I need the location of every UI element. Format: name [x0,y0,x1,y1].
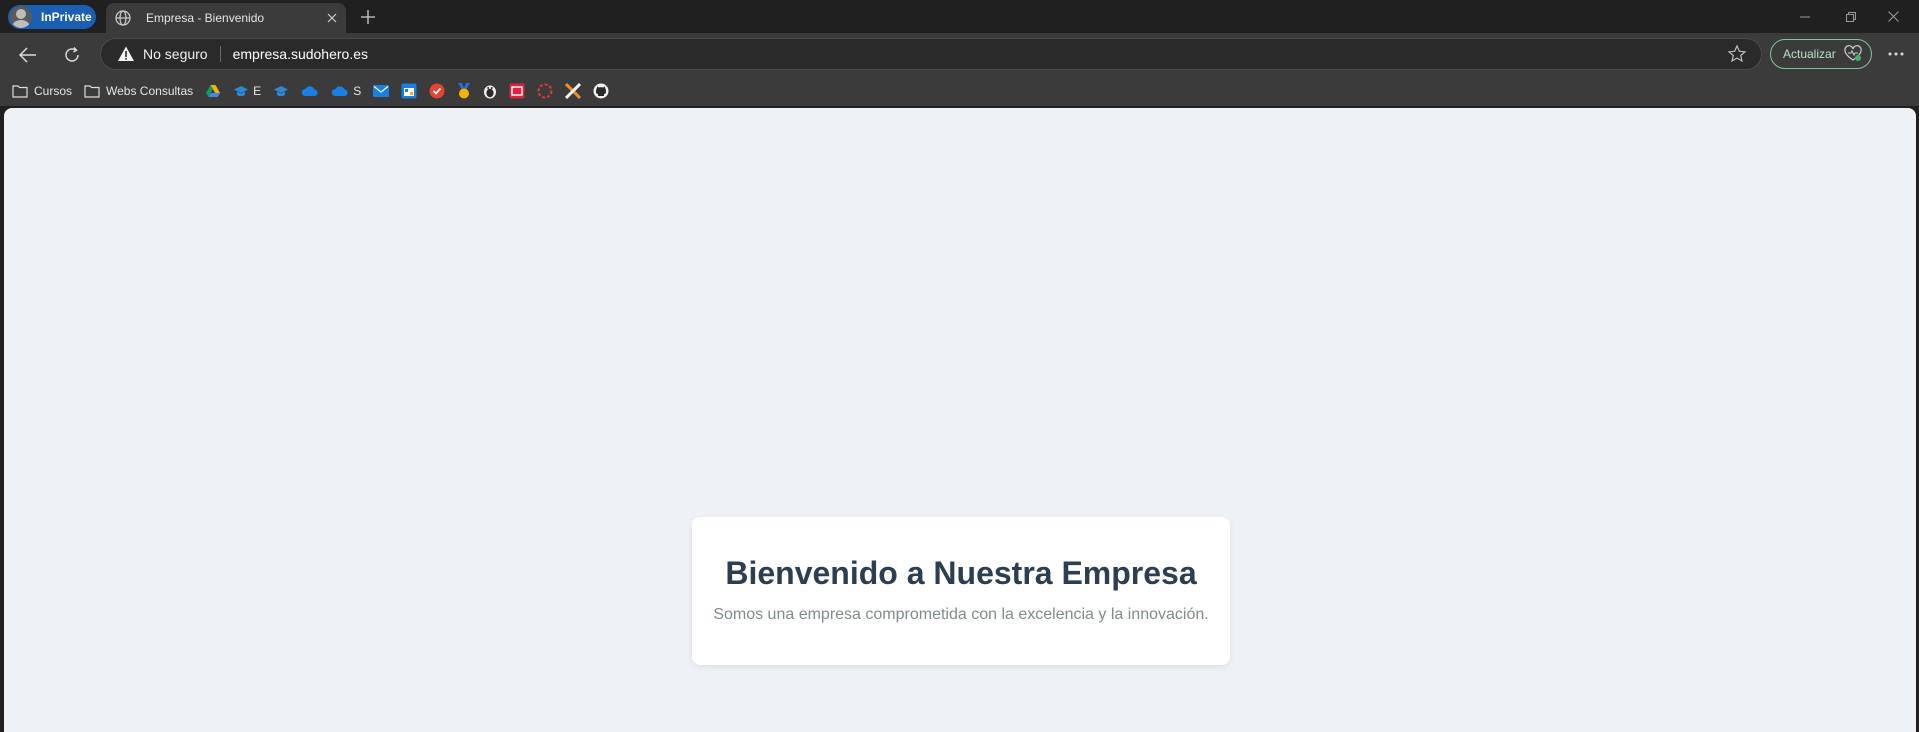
onedrive-cloud-icon [331,86,348,96]
tab-title: Empresa - Bienvenido [146,11,265,25]
bookmark-calendar[interactable] [395,79,423,103]
inprivate-label: InPrivate [41,10,92,24]
favorite-star-icon[interactable] [1727,44,1747,64]
todoist-check-icon [429,83,445,99]
restore-icon [1846,11,1856,22]
bookmark-onedrive-s[interactable]: S [325,79,367,103]
more-horizontal-icon [1888,52,1904,56]
bookmark-graduation[interactable] [267,79,295,103]
close-icon [327,13,337,23]
linux-penguin-icon [484,85,497,99]
address-separator [219,46,221,62]
window-close-button[interactable] [1870,0,1916,33]
x-logo-icon [565,83,582,99]
url-text[interactable]: empresa.sudohero.es [233,46,1727,62]
arrow-left-icon [19,47,36,63]
bookmark-red-app[interactable] [503,79,531,103]
page-heading: Bienvenido a Nuestra Empresa [725,555,1197,591]
bookmark-linux[interactable] [477,79,503,103]
bookmark-label: Cursos [34,84,73,98]
more-menu-button[interactable] [1880,39,1912,69]
toolbar: No seguro empresa.sudohero.es Actualizar [0,33,1919,76]
address-bar[interactable]: No seguro empresa.sudohero.es [100,38,1762,70]
new-tab-button[interactable] [354,5,382,29]
folder-icon [12,85,28,98]
update-button-label: Actualizar [1783,47,1836,61]
inprivate-profile-button[interactable]: InPrivate [8,5,96,29]
bookmark-folder-webs-consultas[interactable]: Webs Consultas [78,79,199,103]
tab-active[interactable]: Empresa - Bienvenido [106,3,346,33]
restore-button[interactable] [1828,0,1874,33]
welcome-card: Bienvenido a Nuestra Empresa Somos una e… [692,517,1230,665]
profile-avatar-icon [10,6,32,28]
bookmark-graduation-e[interactable]: E [227,79,267,103]
bookmark-onedrive[interactable] [295,79,325,103]
globe-icon [115,10,131,26]
minimize-button[interactable] [1782,0,1828,33]
bookmark-github[interactable] [587,79,615,103]
tab-close-button[interactable] [320,6,344,30]
bookmark-todoist[interactable] [423,79,451,103]
bookmark-folder-cursos[interactable]: Cursos [6,79,78,103]
folder-icon [84,85,100,98]
medal-icon [458,83,471,99]
google-drive-icon [206,85,221,97]
bookmark-medal[interactable] [451,79,477,103]
refresh-icon [65,46,79,62]
bookmarks-bar: Cursos Webs Consultas E S [0,76,1919,106]
bookmark-red-circle[interactable] [531,79,559,103]
bookmark-label: E [253,84,262,98]
update-button[interactable]: Actualizar [1770,39,1872,69]
mail-icon [373,85,390,97]
red-square-app-icon [509,83,525,99]
onedrive-cloud-icon [301,86,318,96]
red-dashed-circle-icon [537,83,553,99]
warning-icon[interactable] [117,45,135,63]
security-status[interactable]: No seguro [143,46,208,62]
bookmark-google-drive[interactable] [199,79,227,103]
graduation-cap-icon [274,86,289,97]
bookmark-label: Webs Consultas [106,84,194,98]
close-icon [1887,11,1899,22]
refresh-button[interactable] [56,39,88,71]
calendar-icon [401,83,417,99]
github-icon [593,83,609,99]
page-viewport: Bienvenido a Nuestra Empresa Somos una e… [4,108,1916,732]
browser-health-icon [1844,45,1862,61]
page-tagline: Somos una empresa comprometida con la ex… [713,606,1209,623]
title-bar: InPrivate Empresa - Bienvenido [0,0,1919,33]
bookmark-label: S [353,84,362,98]
plus-icon [361,10,375,24]
back-button[interactable] [12,39,44,71]
bookmark-x-logo[interactable] [559,79,587,103]
minimize-icon [1800,16,1810,17]
graduation-cap-icon [234,86,249,97]
bookmark-mail[interactable] [367,79,395,103]
